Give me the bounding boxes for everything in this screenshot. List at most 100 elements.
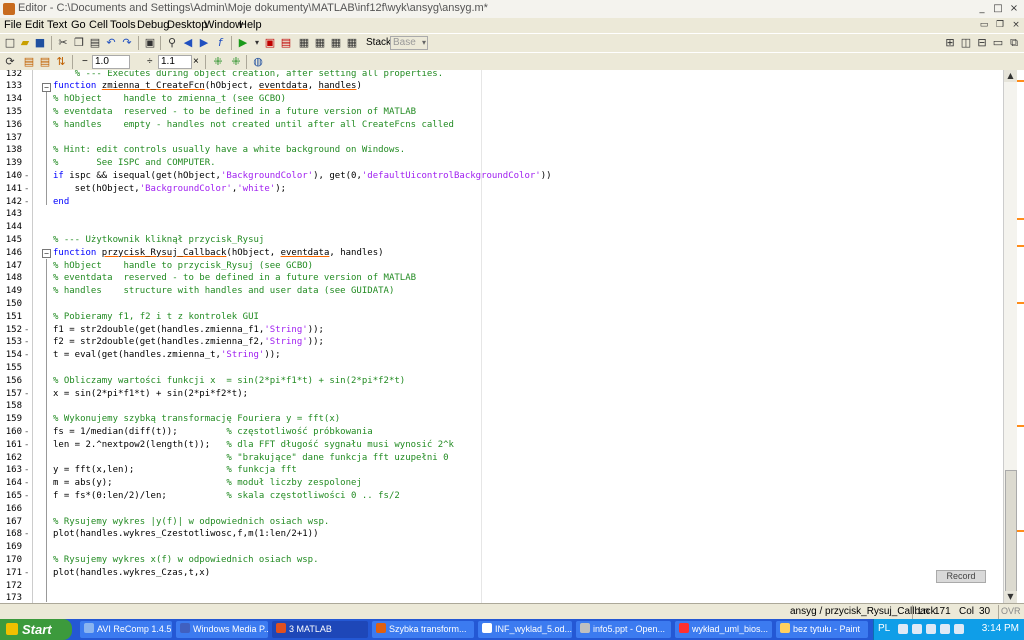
start-button[interactable]: Start [0,619,72,640]
code-line[interactable]: % --- Executes during object creation, a… [53,70,443,80]
tray-icon[interactable] [898,624,908,634]
eval-cell-advance-icon[interactable]: ▤ [38,55,52,68]
code-line[interactable]: f = fs*(0:len/2)/len; % skala częstotliw… [53,490,400,503]
code-line[interactable]: t = eval(get(handles.zmienna_t,'String')… [53,349,281,362]
executable-line-marker[interactable]: - [24,567,29,580]
menu-cell[interactable]: Cell [89,19,108,31]
mlint-marker[interactable] [1017,80,1024,82]
cut-icon[interactable]: ✂ [56,36,70,49]
scroll-up-icon[interactable]: ▲ [1004,70,1017,82]
save-icon[interactable]: ■ [33,36,47,49]
menu-file[interactable]: File [4,19,22,31]
menu-desktop[interactable]: Desktop [167,19,207,31]
insert-cell-2-icon[interactable]: ⁜ [229,55,243,68]
executable-line-marker[interactable]: - [24,349,29,362]
taskbar-task[interactable]: 3 MATLAB [272,621,368,638]
code-line[interactable]: % Rysujemy wykres |y(f)| w odpowiednich … [53,516,329,529]
executable-line-marker[interactable]: - [24,336,29,349]
show-cell-titles-icon[interactable]: ◍ [251,55,265,68]
tray-icon[interactable] [912,624,922,634]
code-line[interactable]: len = 2.^nextpow2(length(t)); % dla FFT … [53,439,454,452]
code-line[interactable]: % handles empty - handles not created un… [53,119,454,132]
tray-icon[interactable] [954,624,964,634]
code-line[interactable]: x = sin(2*pi*f1*t) + sin(2*pi*f2*t); [53,388,248,401]
tray-icon[interactable] [926,624,936,634]
code-line[interactable]: % Pobieramy f1, f2 i t z kontrolek GUI [53,311,259,324]
stack-select[interactable]: Base ▾ [390,36,428,50]
code-line[interactable]: % See ISPC and COMPUTER. [53,157,216,170]
code-area[interactable]: % --- Executes during object creation, a… [33,70,1003,603]
decrement-value-input[interactable]: 1.0 [92,55,130,69]
code-line[interactable]: % Wykonujemy szybką transformację Fourie… [53,413,340,426]
taskbar-task[interactable]: wykład_uml_bios... [675,621,772,638]
executable-line-marker[interactable]: - [24,170,29,183]
tile-icon[interactable]: ⊞ [943,36,957,49]
code-line[interactable]: plot(handles.wykres_Czas,t,x) [53,567,210,580]
menu-help[interactable]: Help [239,19,262,31]
step-icon[interactable]: ▦ [297,36,311,49]
close-button[interactable]: × [1007,3,1021,15]
menu-tools[interactable]: Tools [110,19,136,31]
code-line[interactable]: % "brakujące" dane funkcja fft uzupełni … [53,452,448,465]
code-line[interactable]: % hObject handle to zmienna_t (see GCBO) [53,93,286,106]
executable-line-marker[interactable]: - [24,183,29,196]
executable-line-marker[interactable]: - [24,439,29,452]
menu-edit[interactable]: Edit [25,19,44,31]
code-line[interactable]: % Hint: edit controls usually have a whi… [53,144,405,157]
code-line[interactable]: function zmienna_t_CreateFcn(hObject, ev… [53,80,362,93]
menu-text[interactable]: Text [47,19,67,31]
eval-cell-icon[interactable]: ▤ [22,55,36,68]
doc-restore-button[interactable]: ❐ [993,19,1007,31]
taskbar-task[interactable]: INF_wyklad_5.od... [478,621,572,638]
mlint-marker[interactable] [1017,302,1024,304]
insert-cell-icon[interactable]: ⁜ [211,55,225,68]
step-out-icon[interactable]: ▦ [329,36,343,49]
taskbar-task[interactable]: Szybka transform... [372,621,474,638]
undock-icon[interactable]: ⧉ [1007,36,1021,49]
print-icon[interactable]: ▣ [143,36,157,49]
back-arrow-icon[interactable]: ◀ [181,36,195,49]
code-line[interactable]: % --- Użytkownik kliknął przycisk_Rysuj [53,234,264,247]
code-line[interactable]: if ispc && isequal(get(hObject,'Backgrou… [53,170,552,183]
undo-icon[interactable]: ↶ [104,36,118,49]
code-line[interactable]: m = abs(y); % moduł liczby zespolonej [53,477,362,490]
code-line[interactable]: % Obliczamy wartości funkcji x = sin(2*p… [53,375,405,388]
code-line[interactable]: % eventdata reserved - to be defined in … [53,106,416,119]
open-icon[interactable]: ▰ [18,36,32,49]
executable-line-marker[interactable]: - [24,388,29,401]
mlint-marker[interactable] [1017,530,1024,532]
code-editor[interactable]: 132 133 134 135 136 137 138 139 140-141-142-143 1… [0,70,1003,603]
executable-line-marker[interactable]: - [24,324,29,337]
new-file-icon[interactable]: □ [3,36,17,49]
executable-line-marker[interactable]: - [24,477,29,490]
minimize-button[interactable]: _ [975,3,989,15]
executable-line-marker[interactable]: - [24,426,29,439]
clear-breakpoints-icon[interactable]: ▤ [279,36,293,49]
mlint-marker[interactable] [1017,245,1024,247]
paste-icon[interactable]: ▤ [88,36,102,49]
menu-window[interactable]: Window [204,19,243,31]
redo-icon[interactable]: ↷ [120,36,134,49]
divide-button[interactable]: ÷ [147,56,153,67]
divide-value-input[interactable]: 1.1 [158,55,192,69]
function-icon[interactable]: f [213,36,227,49]
run-icon[interactable]: ▶ [236,36,250,49]
mlint-marker-bar[interactable] [1017,70,1024,603]
code-fold-toggle[interactable]: − [42,249,51,259]
taskbar-task[interactable]: info5.ppt - Open... [576,621,671,638]
run-dropdown-icon[interactable]: ▾ [250,36,264,49]
scroll-down-icon[interactable]: ▼ [1004,591,1017,603]
code-line[interactable]: f2 = str2double(get(handles.zmienna_f2,'… [53,336,324,349]
split-horizontal-icon[interactable]: ⊟ [975,36,989,49]
step-in-icon[interactable]: ▦ [313,36,327,49]
code-line[interactable]: f1 = str2double(get(handles.zmienna_f1,'… [53,324,324,337]
taskbar-task[interactable]: AVI ReComp 1.4.5 [80,621,172,638]
executable-line-marker[interactable]: - [24,196,29,209]
executable-line-marker[interactable]: - [24,490,29,503]
copy-icon[interactable]: ❐ [72,36,86,49]
breakpoint-icon[interactable]: ▣ [263,36,277,49]
code-line[interactable]: % hObject handle to przycisk_Rysuj (see … [53,260,313,273]
mlint-marker[interactable] [1017,425,1024,427]
taskbar-task[interactable]: bez tytułu - Paint [776,621,868,638]
doc-minimize-button[interactable]: ▭ [977,19,991,31]
